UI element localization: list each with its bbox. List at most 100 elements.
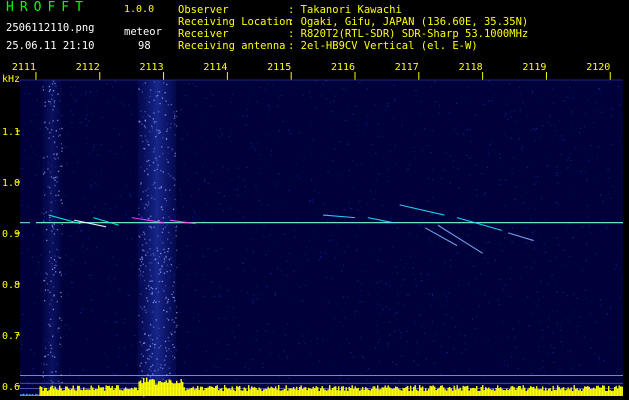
- level-bar: [495, 388, 497, 396]
- band-dot: [173, 176, 175, 179]
- level-bar: [146, 377, 148, 396]
- noise-dot: [109, 281, 111, 283]
- noise-dot: [277, 268, 279, 270]
- level-bar: [542, 386, 544, 396]
- noise-dot: [128, 104, 130, 106]
- noise-dot: [296, 175, 298, 177]
- noise-dot: [407, 215, 409, 217]
- noise-dot: [339, 377, 341, 379]
- band-dot: [169, 372, 171, 374]
- noise-dot: [498, 153, 501, 155]
- noise-dot: [433, 340, 435, 342]
- level-bar: [345, 387, 347, 396]
- noise-dot: [497, 165, 500, 168]
- band-dot: [140, 362, 142, 364]
- level-bar: [441, 385, 443, 396]
- noise-dot: [261, 204, 263, 206]
- noise-dot: [343, 209, 345, 211]
- noise-dot: [546, 165, 549, 167]
- band-dot: [173, 281, 175, 283]
- level-bar: [461, 390, 463, 396]
- noise-dot: [405, 262, 407, 265]
- noise-dot: [409, 255, 412, 257]
- band-dot: [151, 127, 154, 129]
- noise-dot: [261, 168, 263, 170]
- band-dot: [164, 259, 166, 261]
- noise-dot: [312, 201, 314, 204]
- noise-dot: [360, 81, 362, 83]
- noise-dot: [366, 202, 368, 204]
- noise-dot: [599, 88, 601, 90]
- level-bar: [602, 385, 604, 396]
- noise-dot: [497, 352, 500, 354]
- x-tick-label: 2120: [586, 62, 610, 73]
- noise-dot: [554, 256, 557, 258]
- band-dot: [151, 353, 153, 355]
- noise-dot: [26, 249, 28, 251]
- noise-dot: [509, 83, 511, 85]
- noise-dot: [134, 334, 136, 337]
- noise-dot: [562, 139, 564, 141]
- noise-dot: [551, 274, 553, 276]
- noise-dot: [33, 352, 35, 354]
- noise-dot: [515, 186, 517, 188]
- noise-dot: [494, 259, 497, 262]
- band-dot: [160, 170, 162, 172]
- band-dot: [46, 273, 48, 275]
- noise-dot: [186, 133, 188, 136]
- level-bar: [180, 379, 182, 396]
- level-bar: [543, 390, 545, 396]
- x-tick-label: 2115: [267, 62, 291, 73]
- noise-dot: [456, 102, 458, 104]
- noise-dot: [93, 146, 95, 148]
- noise-dot: [192, 82, 194, 85]
- level-bar: [509, 389, 511, 396]
- noise-dot: [198, 188, 200, 191]
- noise-dot: [463, 133, 465, 135]
- noise-dot: [205, 216, 207, 218]
- noise-dot: [442, 353, 444, 355]
- noise-dot: [323, 251, 326, 253]
- noise-dot: [88, 120, 90, 122]
- noise-dot: [77, 161, 79, 163]
- noise-dot: [432, 178, 434, 181]
- level-bar: [614, 387, 616, 396]
- noise-dot: [217, 341, 219, 343]
- noise-dot: [242, 262, 244, 264]
- level-bar: [525, 390, 527, 396]
- noise-dot: [255, 150, 257, 152]
- noise-dot: [218, 135, 220, 138]
- band-dot: [54, 184, 56, 187]
- noise-dot: [569, 87, 571, 89]
- level-bar: [530, 386, 532, 396]
- noise-dot: [394, 330, 396, 332]
- noise-dot: [522, 101, 524, 103]
- noise-dot: [421, 308, 424, 310]
- band-dot: [166, 264, 168, 266]
- level-bar: [489, 389, 491, 396]
- noise-dot: [558, 120, 560, 122]
- noise-dot: [326, 98, 328, 100]
- noise-dot: [517, 395, 519, 398]
- level-bar: [494, 390, 496, 396]
- noise-dot: [428, 273, 430, 275]
- level-bar: [215, 386, 217, 396]
- band-dot: [170, 257, 172, 259]
- noise-dot: [419, 314, 421, 316]
- noise-dot: [278, 354, 280, 356]
- noise-dot: [504, 284, 506, 286]
- level-bar: [351, 385, 353, 396]
- band-dot: [169, 175, 172, 177]
- level-bar: [402, 388, 404, 396]
- noise-dot: [304, 343, 306, 345]
- band-dot: [139, 274, 142, 276]
- noise-dot: [381, 136, 383, 138]
- noise-dot: [575, 80, 577, 82]
- band-dot: [60, 296, 62, 298]
- level-bar: [426, 390, 428, 396]
- noise-dot: [334, 318, 336, 320]
- level-bar: [257, 389, 259, 396]
- level-bar: [45, 387, 47, 396]
- noise-dot: [326, 213, 328, 215]
- noise-dot: [272, 84, 274, 86]
